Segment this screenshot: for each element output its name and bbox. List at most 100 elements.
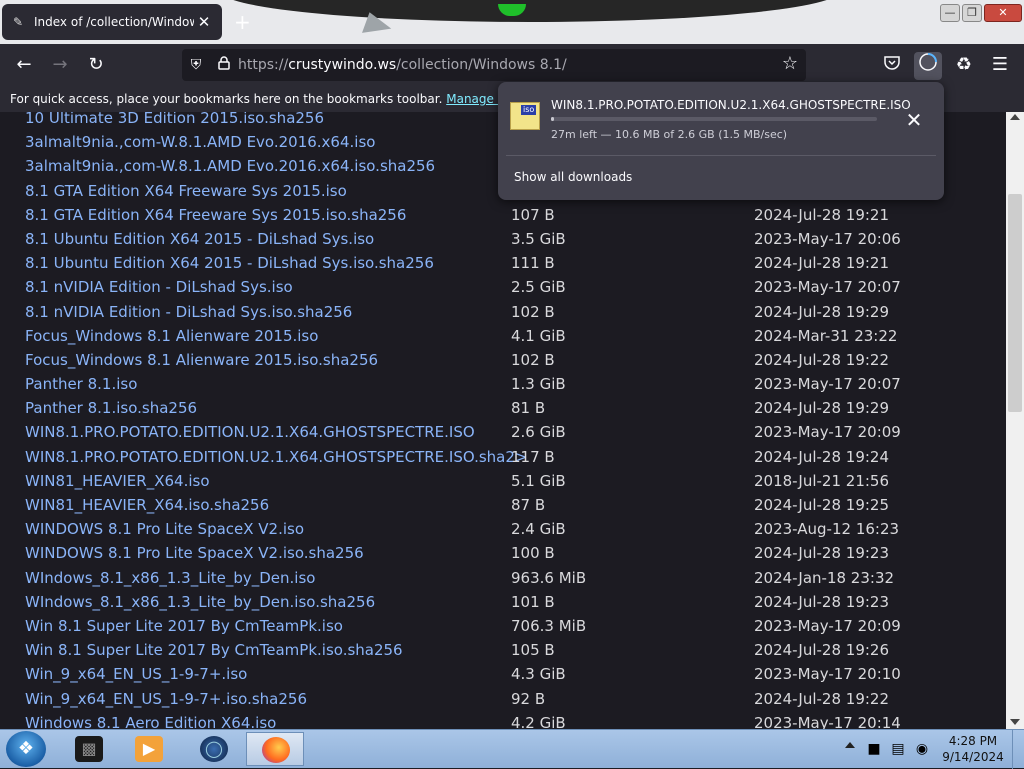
download-status: 27m left — 10.6 MB of 2.6 GB (1.5 MB/sec… — [551, 128, 788, 141]
downloads-icon[interactable] — [914, 52, 942, 80]
volume-icon[interactable]: ◉ — [912, 739, 932, 759]
file-size: 1.3 GiB — [511, 375, 566, 394]
show-all-downloads-button[interactable]: Show all downloads — [514, 170, 632, 184]
taskbar-app-media[interactable]: ▶ — [120, 732, 178, 766]
file-link[interactable]: 8.1 Ubuntu Edition X64 2015 - DiLshad Sy… — [25, 227, 374, 251]
taskbar-app-firefox[interactable] — [246, 732, 304, 766]
taskbar-app-globe[interactable]: ◯ — [185, 732, 243, 766]
file-link[interactable]: WIndows_8.1_x86_1.3_Lite_by_Den.iso.sha2… — [25, 590, 375, 614]
file-size: 107 B — [511, 205, 555, 224]
file-size: 2.6 GiB — [511, 423, 566, 442]
file-size: 117 B — [511, 447, 555, 466]
file-size: 100 B — [511, 544, 555, 563]
extensions-icon[interactable]: ♻ — [950, 52, 978, 80]
scroll-up-arrow-icon[interactable] — [1010, 114, 1020, 120]
file-size: 4.2 GiB — [511, 713, 566, 729]
file-date: 2023-May-17 20:10 — [754, 665, 901, 684]
file-link[interactable]: Win_9_x64_EN_US_1-9-7+.iso — [25, 662, 247, 686]
file-link[interactable]: Win 8.1 Super Lite 2017 By CmTeamPk.iso — [25, 614, 343, 638]
start-button[interactable]: ❖ — [6, 731, 46, 767]
maximize-icon[interactable]: ❐ — [962, 4, 982, 22]
file-link[interactable]: WIN81_HEAVIER_X64.iso — [25, 469, 210, 493]
file-link[interactable]: WINDOWS 8.1 Pro Lite SpaceX V2.iso.sha25… — [25, 541, 364, 565]
menu-icon[interactable]: ☰ — [986, 52, 1014, 80]
file-link[interactable]: 8.1 GTA Edition X64 Freeware Sys 2015.is… — [25, 179, 347, 203]
globe-browser-icon: ◯ — [200, 736, 228, 762]
file-date: 2024-Jul-28 19:29 — [754, 302, 890, 321]
reload-icon[interactable]: ↻ — [82, 52, 110, 80]
file-date: 2024-Jul-28 19:29 — [754, 399, 890, 418]
file-size: 102 B — [511, 302, 555, 321]
bookmarks-hint: For quick access, place your bookmarks h… — [10, 92, 443, 106]
clock-time: 4:28 PM — [948, 734, 998, 748]
lock-icon[interactable] — [210, 56, 238, 74]
file-date: 2024-Jul-28 19:22 — [754, 689, 890, 708]
file-link[interactable]: Win 8.1 Super Lite 2017 By CmTeamPk.iso.… — [25, 638, 403, 662]
file-link[interactable]: WINDOWS 8.1 Pro Lite SpaceX V2.iso — [25, 517, 304, 541]
navigation-toolbar: ← → ↻ ⛨ https://crustywindo.ws/collectio… — [0, 44, 1024, 86]
file-link[interactable]: 3almalt9nia.,com-W.8.1.AMD Evo.2016.x64.… — [25, 154, 435, 178]
file-link[interactable]: Focus_Windows 8.1 Alienware 2015.iso — [25, 324, 318, 348]
address-bar[interactable]: ⛨ https://crustywindo.ws/collection/Wind… — [182, 49, 806, 81]
network-icon[interactable]: ▤ — [888, 739, 908, 759]
taskbar: ❖ ▩ ▶ ◯ ■ ▤ ◉ 4:28 PM 9/14/2024 — [0, 729, 1024, 769]
url-host: crustywindo.ws — [288, 57, 397, 73]
cancel-download-icon[interactable]: ✕ — [902, 108, 926, 132]
taskbar-app-terminal[interactable]: ▩ — [60, 732, 118, 766]
tab-close-icon[interactable]: ✕ — [194, 13, 214, 31]
file-link[interactable]: 8.1 nVIDIA Edition - DiLshad Sys.iso — [25, 275, 293, 299]
plus-icon[interactable]: + — [234, 10, 251, 34]
scroll-down-arrow-icon[interactable] — [1010, 719, 1020, 725]
scroll-thumb[interactable] — [1008, 194, 1022, 412]
file-link[interactable]: Panther 8.1.iso.sha256 — [25, 396, 197, 420]
file-link[interactable]: WIN8.1.PRO.POTATO.EDITION.U2.1.X64.GHOST… — [25, 445, 527, 469]
file-size: 2.5 GiB — [511, 278, 566, 297]
file-link[interactable]: 3almalt9nia.,com-W.8.1.AMD Evo.2016.x64.… — [25, 130, 375, 154]
tab-title: Index of /collection/Windows 8.1/ — [34, 15, 194, 29]
file-link[interactable]: WIndows_8.1_x86_1.3_Lite_by_Den.iso — [25, 566, 315, 590]
file-date: 2024-Jul-28 19:23 — [754, 592, 890, 611]
file-link[interactable]: 10 Ultimate 3D Edition 2015.iso.sha256 — [25, 112, 324, 130]
file-size: 3.5 GiB — [511, 229, 566, 248]
title-bar: ✎ Index of /collection/Windows 8.1/ ✕ + … — [0, 0, 1024, 44]
media-player-icon: ▶ — [135, 736, 163, 762]
page-content: 10 Ultimate 3D Edition 2015.iso.sha256 3a… — [0, 112, 1006, 729]
download-filename[interactable]: WIN8.1.PRO.POTATO.EDITION.U2.1.X64.GHOST… — [551, 98, 911, 112]
download-progress-fill — [551, 117, 555, 121]
tray-app-icon[interactable]: ■ — [864, 739, 884, 759]
file-size: 706.3 MiB — [511, 616, 587, 635]
file-link[interactable]: 8.1 Ubuntu Edition X64 2015 - DiLshad Sy… — [25, 251, 434, 275]
close-icon[interactable]: ✕ — [984, 4, 1022, 22]
vertical-scrollbar[interactable] — [1006, 112, 1024, 729]
file-link[interactable]: Win_9_x64_EN_US_1-9-7+.iso.sha256 — [25, 687, 307, 711]
bookmark-star-icon[interactable]: ☆ — [782, 53, 798, 74]
pocket-icon[interactable] — [878, 52, 906, 80]
file-date: 2023-May-17 20:14 — [754, 713, 901, 729]
forward-arrow-icon[interactable]: → — [46, 52, 74, 80]
file-link[interactable]: Panther 8.1.iso — [25, 372, 137, 396]
file-link[interactable]: 8.1 GTA Edition X64 Freeware Sys 2015.is… — [25, 203, 406, 227]
file-size: 92 B — [511, 689, 546, 708]
file-date: 2024-Jul-28 19:22 — [754, 350, 890, 369]
file-link[interactable]: WIN81_HEAVIER_X64.iso.sha256 — [25, 493, 269, 517]
minimize-icon[interactable]: — — [940, 4, 960, 22]
file-date: 2024-Jul-28 19:21 — [754, 205, 890, 224]
file-link[interactable]: Focus_Windows 8.1 Alienware 2015.iso.sha… — [25, 348, 378, 372]
file-size: 87 B — [511, 496, 546, 514]
file-date: 2023-May-17 20:06 — [754, 229, 901, 248]
show-hidden-icons-arrow[interactable] — [845, 742, 855, 748]
file-link[interactable]: WIN8.1.PRO.POTATO.EDITION.U2.1.X64.GHOST… — [25, 420, 475, 444]
url-text[interactable]: https://crustywindo.ws/collection/Window… — [238, 57, 567, 73]
system-clock[interactable]: 4:28 PM 9/14/2024 — [940, 733, 1006, 765]
file-link[interactable]: 8.1 nVIDIA Edition - DiLshad Sys.iso.sha… — [25, 300, 352, 324]
file-link[interactable]: Windows 8.1 Aero Edition X64.iso — [25, 711, 276, 729]
back-arrow-icon[interactable]: ← — [10, 52, 38, 80]
tab-active[interactable]: ✎ Index of /collection/Windows 8.1/ ✕ — [2, 4, 222, 40]
file-size: 111 B — [511, 254, 555, 273]
iso-file-icon: iso — [510, 102, 540, 130]
file-size: 81 B — [511, 399, 546, 418]
url-scheme: https:// — [238, 57, 289, 73]
show-desktop-button[interactable] — [1012, 730, 1024, 769]
firefox-icon — [262, 737, 290, 763]
shield-icon[interactable]: ⛨ — [182, 57, 210, 73]
